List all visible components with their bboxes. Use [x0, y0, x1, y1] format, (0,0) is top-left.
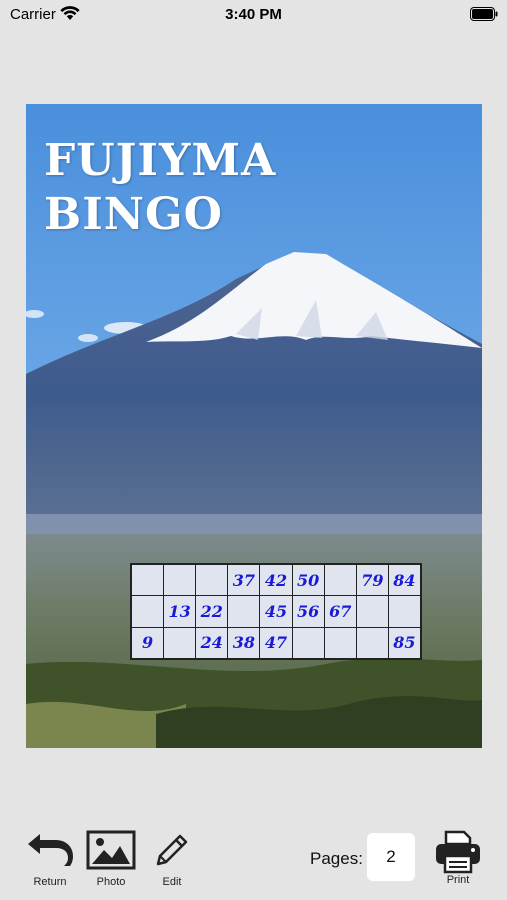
photo-label: Photo	[96, 876, 126, 888]
card-title-line-2: BINGO	[44, 189, 223, 240]
bingo-cell	[164, 627, 196, 658]
bingo-cell: 45	[260, 596, 292, 627]
bingo-cell: 13	[164, 596, 196, 627]
pages-label: Pages:	[310, 849, 363, 868]
bingo-cell: 42	[260, 565, 292, 596]
bingo-cell: 56	[292, 596, 324, 627]
bingo-cell	[324, 627, 356, 658]
return-label: Return	[33, 876, 67, 888]
bingo-cell: 50	[292, 565, 324, 596]
bingo-cell: 22	[196, 596, 228, 627]
pages-field[interactable]: 2	[367, 833, 415, 881]
bottom-toolbar: Return Photo Edit Pages: 2 Print	[0, 820, 507, 900]
bingo-cell	[164, 565, 196, 596]
battery-icon	[470, 7, 498, 21]
bingo-cell: 9	[132, 627, 164, 658]
printer-icon	[436, 830, 480, 874]
bingo-cell	[132, 565, 164, 596]
bingo-cell	[356, 596, 388, 627]
bingo-cell	[228, 596, 260, 627]
bingo-cell	[196, 565, 228, 596]
bingo-cell: 85	[388, 627, 420, 658]
return-arrow-icon	[28, 834, 73, 866]
bingo-cell: 84	[388, 565, 420, 596]
bingo-cell	[292, 627, 324, 658]
bingo-cell: 47	[260, 627, 292, 658]
return-button[interactable]: Return	[20, 830, 80, 888]
card-title-line-1: FUJIYMA	[44, 135, 277, 186]
bingo-cell	[356, 627, 388, 658]
bingo-cell	[388, 596, 420, 627]
print-label: Print	[446, 874, 470, 886]
photo-icon	[86, 830, 136, 870]
bingo-cell: 79	[356, 565, 388, 596]
bingo-card: FUJIYMA BINGO 37 42 50 79 84 13 22 45 56 67 9 24 38 4…	[26, 104, 482, 748]
bingo-cell: 37	[228, 565, 260, 596]
card-title: FUJIYMA BINGO	[44, 134, 276, 242]
clock: 3:40 PM	[225, 6, 282, 23]
status-bar: Carrier 3:40 PM	[0, 0, 507, 30]
edit-button[interactable]: Edit	[142, 830, 202, 888]
bingo-cell: 24	[196, 627, 228, 658]
photo-button[interactable]: Photo	[81, 830, 141, 888]
edit-label: Edit	[162, 876, 182, 888]
pencil-icon	[156, 834, 188, 866]
bingo-cell	[324, 565, 356, 596]
print-button[interactable]: Print	[428, 830, 488, 886]
bingo-cell	[132, 596, 164, 627]
bingo-cell: 38	[228, 627, 260, 658]
bingo-cell: 67	[324, 596, 356, 627]
bingo-grid: 37 42 50 79 84 13 22 45 56 67 9 24 38 47 85	[130, 563, 422, 660]
